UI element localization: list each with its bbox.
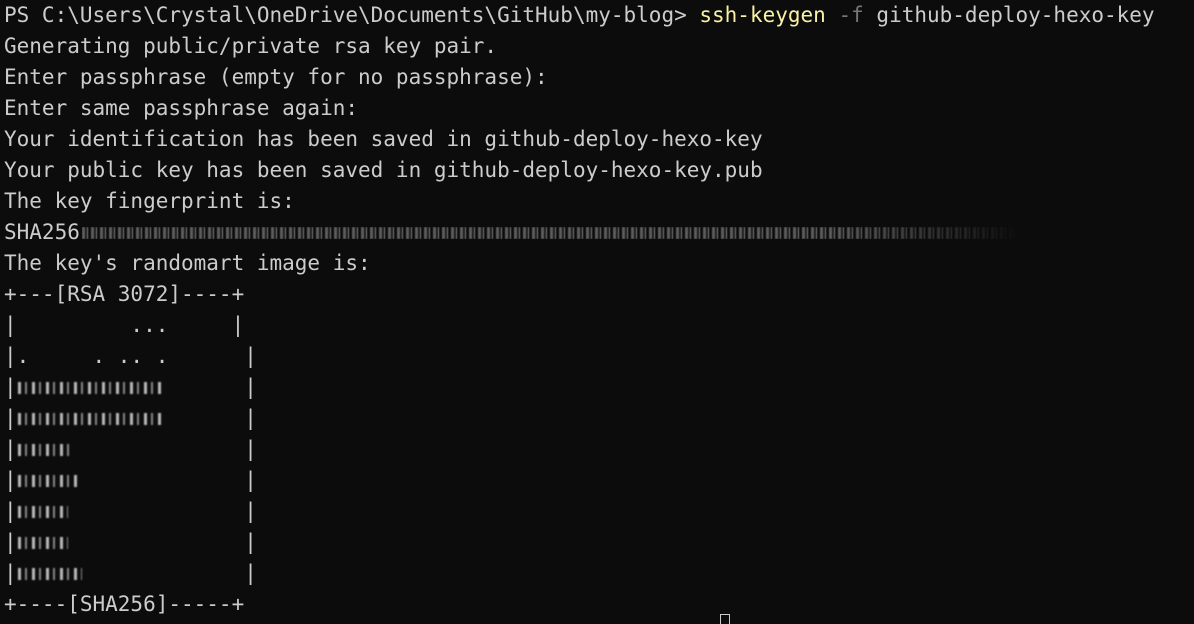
randomart-row: |. . .. . | xyxy=(4,344,257,368)
randomart-footer: +----[SHA256]-----+ xyxy=(4,592,245,616)
command-line: PS C:\Users\Crystal\OneDrive\Documents\G… xyxy=(4,0,1155,31)
output-line: Enter same passphrase again: xyxy=(4,96,359,120)
fingerprint-line: SHA256 xyxy=(4,217,1022,248)
redacted-randomart xyxy=(18,444,72,456)
redacted-randomart xyxy=(18,506,68,518)
shell-prompt: PS C:\Users\Crystal\OneDrive\Documents\G… xyxy=(4,3,700,27)
redacted-randomart xyxy=(18,568,82,580)
randomart-intro: The key's randomart image is: xyxy=(4,251,371,275)
output-line: Your public key has been saved in github… xyxy=(4,158,763,182)
redacted-fingerprint xyxy=(81,227,1022,239)
randomart-row: | ... | xyxy=(4,313,245,337)
redacted-randomart xyxy=(18,537,68,549)
command-name: ssh-keygen xyxy=(699,3,826,27)
randomart-header: +---[RSA 3072]----+ xyxy=(4,282,245,306)
redacted-randomart xyxy=(18,382,164,394)
output-line: Generating public/private rsa key pair. xyxy=(4,34,498,58)
output-line: The key fingerprint is: xyxy=(4,189,295,213)
terminal-window[interactable]: PS C:\Users\Crystal\OneDrive\Documents\G… xyxy=(4,0,1194,624)
text-cursor xyxy=(720,614,730,624)
redacted-randomart xyxy=(18,475,80,487)
redacted-randomart xyxy=(18,413,164,425)
output-line: Your identification has been saved in gi… xyxy=(4,127,763,151)
output-line: Enter passphrase (empty for no passphras… xyxy=(4,65,548,89)
command-argument: github-deploy-hexo-key xyxy=(876,3,1155,27)
fingerprint-prefix: SHA256 xyxy=(4,220,80,244)
command-flag: -f xyxy=(838,3,864,27)
